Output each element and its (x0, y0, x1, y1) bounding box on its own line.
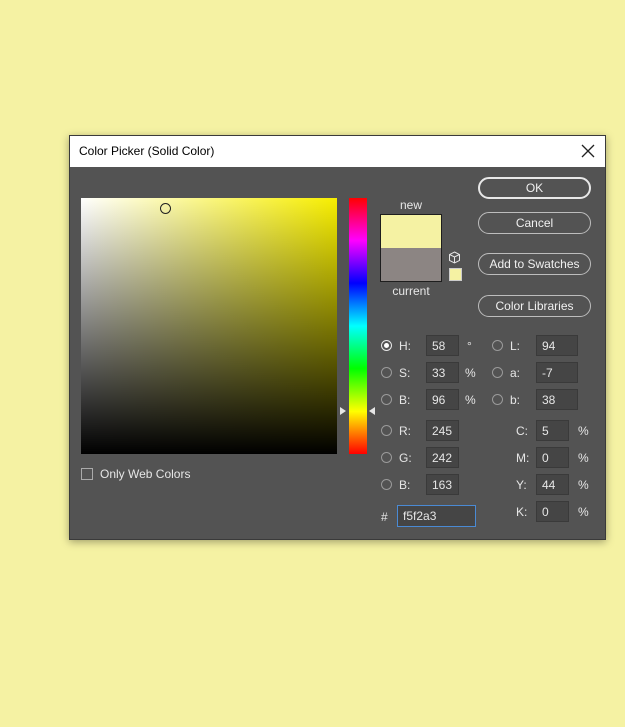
lab-b-input[interactable] (536, 389, 578, 410)
hex-label: # (381, 510, 388, 524)
hex-input[interactable] (397, 505, 476, 527)
dialog-title: Color Picker (Solid Color) (79, 144, 215, 158)
magenta-row: M: % (516, 447, 596, 469)
green-input[interactable] (426, 447, 459, 468)
close-button[interactable] (577, 140, 599, 162)
lightness-label: L: (510, 339, 521, 353)
lab-b-label: b: (510, 393, 521, 407)
hue-slider-right-arrow[interactable] (369, 407, 375, 415)
hue-input[interactable] (426, 335, 459, 356)
hue-radio[interactable] (381, 340, 392, 351)
lab-a-radio[interactable] (492, 367, 503, 378)
current-color-swatch[interactable] (380, 248, 442, 282)
hue-row: H: ° (381, 335, 481, 357)
title-bar: Color Picker (Solid Color) (70, 136, 605, 167)
only-web-colors-label: Only Web Colors (100, 467, 191, 481)
current-color-label: current (392, 284, 430, 298)
blue-row: B: (381, 474, 481, 496)
black-label: K: (516, 505, 528, 519)
lab-a-label: a: (510, 366, 521, 380)
cyan-label: C: (516, 424, 528, 438)
lab-a-input[interactable] (536, 362, 578, 383)
brightness-radio[interactable] (381, 394, 392, 405)
blue-radio[interactable] (381, 479, 392, 490)
new-color-swatch (380, 214, 442, 249)
ok-button[interactable]: OK (478, 177, 591, 199)
yellow-unit: % (578, 478, 589, 492)
magenta-label: M: (516, 451, 530, 465)
close-icon (581, 144, 595, 158)
saturation-row: S: % (381, 362, 481, 384)
blue-label: B: (399, 478, 411, 492)
lab-b-radio[interactable] (492, 394, 503, 405)
color-libraries-button[interactable]: Color Libraries (478, 295, 591, 317)
saturation-label: S: (399, 366, 411, 380)
yellow-label: Y: (516, 478, 527, 492)
lab-a-row: a: (492, 362, 592, 384)
green-label: G: (399, 451, 412, 465)
saturation-input[interactable] (426, 362, 459, 383)
lightness-input[interactable] (536, 335, 578, 356)
magenta-input[interactable] (536, 447, 569, 468)
hue-label: H: (399, 339, 411, 353)
out-of-web-gamut-cube-icon[interactable] (448, 251, 461, 264)
black-row: K: % (516, 501, 596, 523)
red-input[interactable] (426, 420, 459, 441)
saturation-unit: % (465, 366, 476, 380)
lightness-row: L: (492, 335, 592, 357)
cancel-button[interactable]: Cancel (478, 212, 591, 234)
red-row: R: (381, 420, 481, 442)
lightness-radio[interactable] (492, 340, 503, 351)
yellow-input[interactable] (536, 474, 569, 495)
red-radio[interactable] (381, 425, 392, 436)
cyan-input[interactable] (536, 420, 569, 441)
black-input[interactable] (536, 501, 569, 522)
brightness-label: B: (399, 393, 411, 407)
new-color-label: new (399, 198, 422, 212)
brightness-unit: % (465, 393, 476, 407)
red-label: R: (399, 424, 411, 438)
add-to-swatches-button[interactable]: Add to Swatches (478, 253, 591, 275)
lab-b-row: b: (492, 389, 592, 411)
saturation-radio[interactable] (381, 367, 392, 378)
only-web-colors-checkbox[interactable] (81, 468, 93, 480)
black-unit: % (578, 505, 589, 519)
hue-unit: ° (467, 339, 472, 353)
green-radio[interactable] (381, 452, 392, 463)
cyan-row: C: % (516, 420, 596, 442)
color-field-marker[interactable] (160, 203, 171, 214)
color-picker-dialog: Color Picker (Solid Color) Only Web Colo… (69, 135, 606, 540)
only-web-colors-option[interactable]: Only Web Colors (81, 466, 190, 482)
brightness-row: B: % (381, 389, 481, 411)
hue-slider[interactable] (349, 198, 367, 454)
yellow-row: Y: % (516, 474, 596, 496)
blue-input[interactable] (426, 474, 459, 495)
cyan-unit: % (578, 424, 589, 438)
color-field[interactable] (81, 198, 337, 454)
web-safe-color-swatch[interactable] (449, 268, 462, 281)
brightness-input[interactable] (426, 389, 459, 410)
hue-slider-left-arrow[interactable] (340, 407, 346, 415)
magenta-unit: % (578, 451, 589, 465)
green-row: G: (381, 447, 481, 469)
